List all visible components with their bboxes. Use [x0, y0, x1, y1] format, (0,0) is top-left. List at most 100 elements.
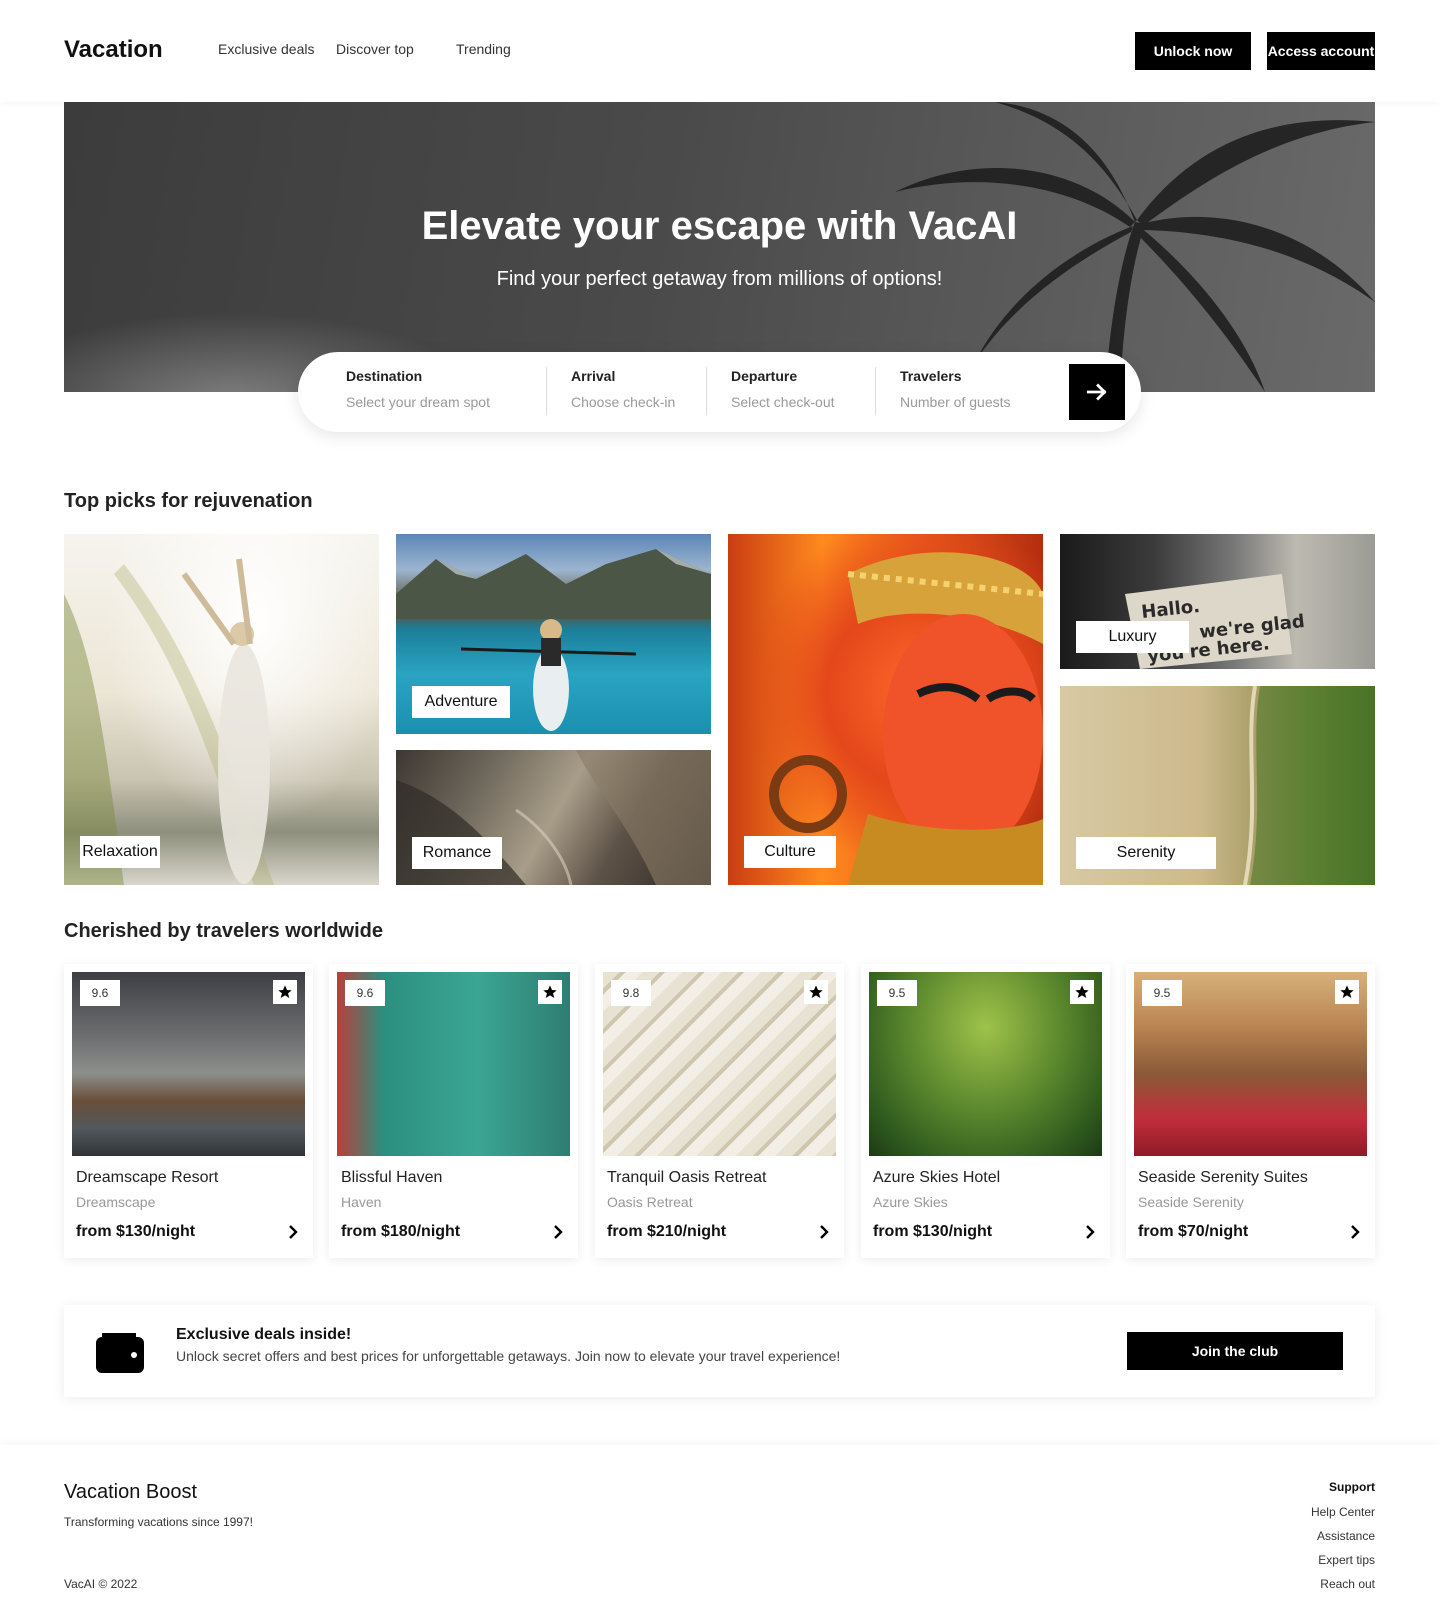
- deals-banner: Exclusive deals inside! Unlock secret of…: [64, 1305, 1375, 1397]
- departure-field: Departure: [731, 368, 871, 418]
- hotel-price: from $70/night: [1138, 1223, 1249, 1240]
- footer-link-reach-out[interactable]: Reach out: [1311, 1577, 1375, 1591]
- hotel-details-button[interactable]: [814, 1222, 834, 1242]
- hotel-name: Blissful Haven: [341, 1169, 443, 1186]
- tile-adventure[interactable]: Adventure: [396, 534, 711, 734]
- culture-image: [769, 552, 1043, 885]
- tile-label-romance: Romance: [412, 837, 502, 869]
- departure-input[interactable]: [731, 394, 871, 410]
- rating-badge: 9.6: [80, 980, 120, 1006]
- favorite-button[interactable]: [273, 980, 297, 1004]
- arrival-input[interactable]: [571, 394, 701, 410]
- favorite-button[interactable]: [804, 980, 828, 1004]
- tile-label-luxury: Luxury: [1076, 621, 1189, 653]
- hotel-details-button[interactable]: [283, 1222, 303, 1242]
- departure-label: Departure: [731, 368, 798, 384]
- hero-title: Elevate your escape with VacAI: [421, 204, 1018, 248]
- footer-link-assistance[interactable]: Assistance: [1311, 1529, 1375, 1543]
- join-club-button[interactable]: Join the club: [1127, 1332, 1343, 1370]
- footer-brand: Vacation Boost: [64, 1481, 198, 1503]
- chevron-right-icon: [1351, 1225, 1360, 1239]
- hero-subtitle: Find your perfect getaway from millions …: [496, 268, 943, 290]
- travelers-label: Travelers: [900, 368, 962, 384]
- travelers-input[interactable]: [900, 394, 1050, 410]
- relaxation-image: [64, 558, 274, 885]
- tile-relaxation[interactable]: Relaxation: [64, 534, 379, 885]
- support-heading: Support: [1329, 1480, 1375, 1494]
- site-header: Vacation Exclusive deals Discover top Tr…: [0, 0, 1440, 102]
- hotel-subtitle: Seaside Serenity: [1138, 1194, 1244, 1210]
- hotel-card[interactable]: 9.6 Dreamscape Resort Dreamscape from $1…: [64, 964, 313, 1258]
- rating-badge: 9.5: [877, 980, 917, 1006]
- hotel-card[interactable]: 9.5 Azure Skies Hotel Azure Skies from $…: [861, 964, 1110, 1258]
- hotel-image: 9.5: [869, 972, 1102, 1156]
- star-icon: [278, 985, 292, 998]
- search-bar: Destination Arrival Departure Travelers: [298, 352, 1141, 432]
- rating-badge: 9.6: [345, 980, 385, 1006]
- footer-tagline: Transforming vacations since 1997!: [64, 1515, 253, 1529]
- hotel-image: 9.6: [72, 972, 305, 1156]
- footer-link-expert-tips[interactable]: Expert tips: [1311, 1553, 1375, 1567]
- travelers-field: Travelers: [900, 368, 1050, 418]
- hotel-subtitle: Azure Skies: [873, 1194, 948, 1210]
- deals-title: Exclusive deals inside!: [176, 1326, 352, 1343]
- hotels-title: Cherished by travelers worldwide: [64, 920, 383, 942]
- hotel-name: Seaside Serenity Suites: [1138, 1169, 1308, 1186]
- tile-luxury[interactable]: Hallo. we're glad you're here. Luxury: [1060, 534, 1375, 669]
- favorite-button[interactable]: [538, 980, 562, 1004]
- access-account-button[interactable]: Access account: [1267, 32, 1375, 70]
- nav-trending[interactable]: Trending: [456, 41, 511, 57]
- search-submit-button[interactable]: [1069, 364, 1125, 420]
- hotel-name: Tranquil Oasis Retreat: [607, 1169, 767, 1186]
- hotel-price: from $130/night: [873, 1223, 993, 1240]
- tile-label-adventure: Adventure: [412, 686, 510, 718]
- deals-description: Unlock secret offers and best prices for…: [176, 1348, 841, 1364]
- hotel-card[interactable]: 9.8 Tranquil Oasis Retreat Oasis Retreat…: [595, 964, 844, 1258]
- tile-culture[interactable]: Culture: [728, 534, 1043, 885]
- hotel-price: from $180/night: [341, 1223, 461, 1240]
- star-icon: [809, 985, 823, 998]
- arrival-field: Arrival: [571, 368, 701, 418]
- chevron-right-icon: [820, 1225, 829, 1239]
- hotel-subtitle: Oasis Retreat: [607, 1194, 693, 1210]
- top-picks-title: Top picks for rejuvenation: [64, 490, 313, 512]
- hotel-image: 9.5: [1134, 972, 1367, 1156]
- footer-support-links: Support Help Center Assistance Expert ti…: [1311, 1480, 1375, 1601]
- hero-banner: Elevate your escape with VacAI Find your…: [64, 102, 1375, 392]
- hotel-price: from $210/night: [607, 1223, 727, 1240]
- site-footer: Vacation Boost Transforming vacations si…: [0, 1445, 1440, 1622]
- tile-romance[interactable]: Romance: [396, 750, 711, 885]
- hotel-price: from $130/night: [76, 1223, 196, 1240]
- tile-label-serenity: Serenity: [1076, 837, 1216, 869]
- favorite-button[interactable]: [1335, 980, 1359, 1004]
- hotel-subtitle: Dreamscape: [76, 1194, 156, 1210]
- destination-input[interactable]: [346, 394, 506, 410]
- rating-badge: 9.5: [1142, 980, 1182, 1006]
- footer-copyright: VacAI © 2022: [64, 1577, 138, 1591]
- chevron-right-icon: [1086, 1225, 1095, 1239]
- hotel-details-button[interactable]: [1345, 1222, 1365, 1242]
- hotel-details-button[interactable]: [1080, 1222, 1100, 1242]
- destination-field: Destination: [346, 368, 506, 418]
- hotel-details-button[interactable]: [548, 1222, 568, 1242]
- destination-label: Destination: [346, 368, 423, 384]
- favorite-button[interactable]: [1070, 980, 1094, 1004]
- rating-badge: 9.8: [611, 980, 651, 1006]
- arrow-right-icon: [1086, 383, 1107, 401]
- nav-discover-top[interactable]: Discover top: [336, 41, 414, 57]
- hotel-subtitle: Haven: [341, 1194, 382, 1210]
- nav-exclusive-deals[interactable]: Exclusive deals: [218, 41, 315, 57]
- unlock-now-button[interactable]: Unlock now: [1135, 32, 1251, 70]
- chevron-right-icon: [289, 1225, 298, 1239]
- hotel-name: Dreamscape Resort: [76, 1169, 219, 1186]
- hotel-card[interactable]: 9.6 Blissful Haven Haven from $180/night: [329, 964, 578, 1258]
- logo[interactable]: Vacation: [64, 36, 163, 64]
- divider: [546, 367, 547, 415]
- star-icon: [1075, 985, 1089, 998]
- tile-serenity[interactable]: Serenity: [1060, 686, 1375, 885]
- hotel-name: Azure Skies Hotel: [873, 1169, 1001, 1186]
- hotel-image: 9.8: [603, 972, 836, 1156]
- hotel-card[interactable]: 9.5 Seaside Serenity Suites Seaside Sere…: [1126, 964, 1375, 1258]
- footer-link-help-center[interactable]: Help Center: [1311, 1505, 1375, 1519]
- star-icon: [1340, 985, 1354, 998]
